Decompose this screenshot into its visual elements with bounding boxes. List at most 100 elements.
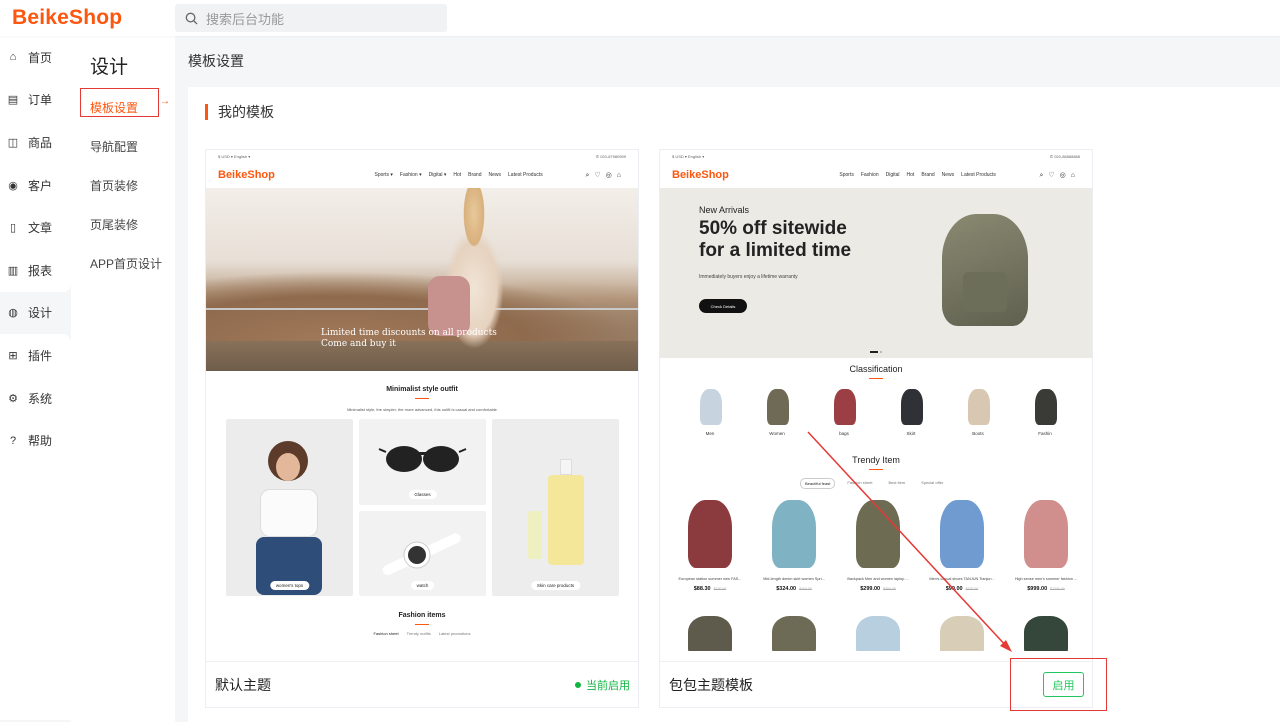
preview-section-subtitle: Minimalist style, the simpler, the more … xyxy=(347,407,497,412)
product-price-value: $88.30 xyxy=(693,586,711,592)
sidebar-item-reports[interactable]: ▥ 报表 xyxy=(0,249,71,292)
preview-section-title: Fashion items xyxy=(398,612,446,619)
preview-currency: $ USD ▾ English ▾ xyxy=(672,153,705,159)
submenu-item-footer-decoration[interactable]: 页尾装修 xyxy=(71,205,175,244)
sidebar-item-articles[interactable]: ▯ 文章 xyxy=(0,206,71,249)
secondary-sidebar: 设计 模板设置 导航配置 首页装修 页尾装修 APP首页设计 → xyxy=(71,36,175,722)
category-thumbnail xyxy=(901,389,923,425)
sidebar-item-plugins[interactable]: ⊞ 插件 xyxy=(0,334,71,377)
preview-tab: Fashion sheet xyxy=(847,480,873,485)
submenu-item-app-home-design[interactable]: APP首页设计 xyxy=(71,244,175,283)
title-underline xyxy=(415,624,429,625)
preview-nav-link: Latest Products xyxy=(508,172,543,178)
preview-nav-link: Fashion ▾ xyxy=(399,172,422,178)
section-title: 我的模板 xyxy=(205,104,274,120)
preview-tab: Latest promotions xyxy=(438,631,471,636)
product-price-value: $999.00 xyxy=(1027,586,1048,592)
product-price-value: $299.00 xyxy=(860,586,881,592)
preview-nav-icons: ⌕♡◎⌂ xyxy=(1039,171,1080,179)
top-header: BeikeShop 搜索后台功能 xyxy=(0,0,1280,36)
product-thumbnail xyxy=(1024,616,1068,651)
sidebar-item-help[interactable]: ? 帮助 xyxy=(0,419,71,462)
annotation-arrow-icon: → xyxy=(160,96,170,107)
submenu-item-home-decoration[interactable]: 首页装修 xyxy=(71,166,175,205)
preview-trendy-tabs: Beautiful feast Fashion sheet Best item … xyxy=(800,478,955,489)
submenu-item-nav-config[interactable]: 导航配置 xyxy=(71,127,175,166)
title-underline xyxy=(869,378,883,379)
preview-nav-link: News xyxy=(941,172,955,178)
category-label: Boots xyxy=(972,431,984,436)
category-thumbnail xyxy=(1035,389,1057,425)
product-name: High sense men's summer fashion ... xyxy=(1014,577,1078,581)
preview-nav-link: Sports xyxy=(839,172,854,178)
category-thumbnail xyxy=(767,389,789,425)
preview-logo: BeikeShop xyxy=(218,169,275,181)
category-label: Fashin xyxy=(1038,431,1052,436)
product-thumbnail xyxy=(688,616,732,651)
preview-nav-link: News xyxy=(488,172,502,178)
preview-section-fashion: Fashion items Fashion sheet Trendy outfi… xyxy=(206,612,638,636)
preview-section-title: Minimalist style outfit xyxy=(386,386,458,393)
annotation-highlight-box xyxy=(80,88,159,117)
preview-currency: $ USD ▾ English ▾ xyxy=(218,153,251,159)
hero-backpack xyxy=(428,276,470,336)
hero-note: Immediately buyers enjoy a lifetime warr… xyxy=(699,274,798,280)
product-name: Mid-length denim skirt women Spri... xyxy=(763,577,825,581)
tile-figure-top xyxy=(260,489,318,537)
sidebar-item-orders[interactable]: ▤ 订单 xyxy=(0,79,71,122)
template-card-bag[interactable]: $ USD ▾ English ▾ ✆ 020-88888888 BeikeSh… xyxy=(659,149,1093,708)
template-card-default[interactable]: $ USD ▾ English ▾ ✆ 020-87980599 BeikeSh… xyxy=(205,149,639,708)
preview-nav-link: Fashion xyxy=(860,172,879,178)
order-icon: ▤ xyxy=(7,94,19,107)
help-icon: ? xyxy=(9,434,17,447)
product-price: $99.00 $120.00 xyxy=(920,586,1004,592)
tile-figure-face xyxy=(276,453,300,481)
sidebar-item-design[interactable]: ◍ 设计 xyxy=(0,291,71,335)
preview-hero-banner: Limited time discounts on all products C… xyxy=(206,188,638,371)
system-icon: ⚙ xyxy=(8,392,18,405)
preview-section-outfit: Minimalist style outfit Minimalist style… xyxy=(206,386,638,412)
product-price: $88.30 $100.00 xyxy=(668,586,752,592)
template-name: 包包主题模板 xyxy=(669,676,753,693)
hero-caption-line: Limited time discounts on all products xyxy=(321,328,497,338)
template-name: 默认主题 xyxy=(215,676,271,693)
product-old-price: $1200.00 xyxy=(1050,587,1065,591)
product-price: $299.00 $350.00 xyxy=(836,586,920,592)
category-label: Skirt xyxy=(906,431,916,436)
search-input[interactable]: 搜索后台功能 xyxy=(175,4,447,32)
preview-tab: Best item xyxy=(888,480,906,485)
hero-caption-line: Come and buy it xyxy=(321,339,396,349)
sidebar-item-customers[interactable]: ◉ 客户 xyxy=(0,164,71,207)
status-text: 当前启用 xyxy=(586,679,630,692)
product-thumbnail xyxy=(856,616,900,651)
preview-nav-link: Brand xyxy=(468,172,482,178)
plugin-icon: ⊞ xyxy=(8,349,18,362)
preview-hero-banner: New Arrivals 50% off sitewide for a limi… xyxy=(660,188,1092,358)
preview-nav-links: Sports Fashion Digital Hot Brand News La… xyxy=(832,172,996,178)
category-label: Men xyxy=(705,431,715,436)
sidebar-item-label: 插件 xyxy=(28,348,53,363)
product-thumbnail xyxy=(772,616,816,651)
sidebar-item-label: 订单 xyxy=(28,93,53,108)
status-dot xyxy=(575,681,581,688)
product-price-value: $99.00 xyxy=(945,586,963,592)
product-icon: ◫ xyxy=(7,136,19,149)
templates-card: 我的模板 $ USD ▾ English ▾ ✆ 020-87980599 Be… xyxy=(188,87,1280,722)
preview-nav-link: Latest Products xyxy=(961,172,996,178)
product-thumbnail xyxy=(856,500,900,568)
sidebar-item-label: 系统 xyxy=(28,391,53,406)
sidebar-item-home[interactable]: ⌂ 首页 xyxy=(0,36,71,79)
sidebar-item-system[interactable]: ⚙ 系统 xyxy=(0,377,71,420)
template-preview-bag[interactable]: $ USD ▾ English ▾ ✆ 020-88888888 BeikeSh… xyxy=(660,150,1092,651)
tile-bottle-pump xyxy=(560,459,572,475)
preview-tile-glasses: Glasses xyxy=(359,419,486,505)
customer-icon: ◉ xyxy=(8,179,18,192)
tile-label: Glasses xyxy=(408,490,437,499)
hero-check-details-button: Check Details xyxy=(699,299,747,313)
template-preview-default[interactable]: $ USD ▾ English ▾ ✆ 020-87980599 BeikeSh… xyxy=(206,150,638,651)
preview-nav-links: Sports ▾ Fashion ▾ Digital ▾ Hot Brand N… xyxy=(368,172,543,178)
tile-bottle-small xyxy=(528,511,542,559)
current-enabled-badge: 当前启用 xyxy=(575,677,630,693)
sidebar-item-products[interactable]: ◫ 商品 xyxy=(0,121,71,164)
app-logo[interactable]: BeikeShop xyxy=(0,6,175,30)
